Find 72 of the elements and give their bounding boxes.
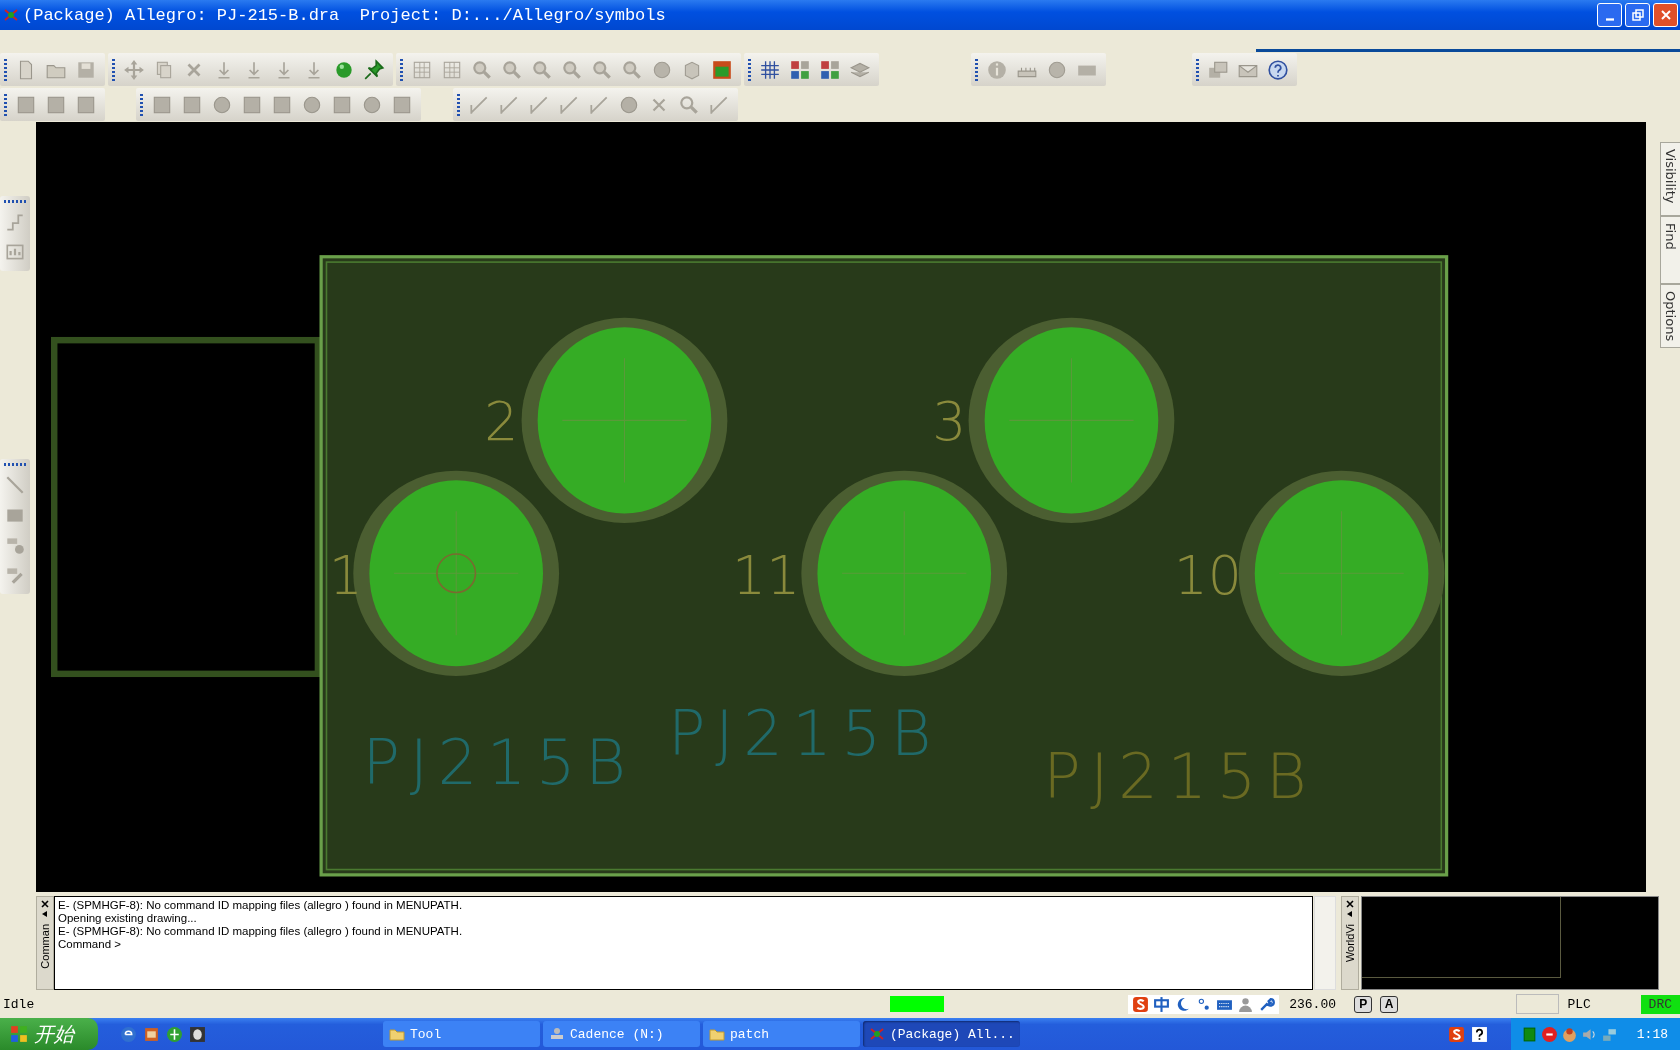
origin-marker-icon xyxy=(436,553,477,594)
close-icon[interactable] xyxy=(41,900,49,908)
taskbar-button[interactable]: Tool xyxy=(383,1021,540,1047)
coordinate-readout: 236.00 xyxy=(1289,996,1337,1012)
side-tab[interactable]: Options xyxy=(1660,284,1680,348)
drc-indicator: DRC xyxy=(1640,994,1680,1014)
console-line: E- (SPMHGF-8): No command ID mapping files (allegro ) found in MENUPATH. xyxy=(58,899,464,912)
close-button[interactable] xyxy=(1653,3,1678,27)
folder-icon xyxy=(389,1026,405,1042)
s-logo-icon[interactable] xyxy=(1448,1025,1465,1043)
taskbar-button[interactable]: Cadence (N:) xyxy=(543,1021,700,1047)
side-tab[interactable]: Find xyxy=(1660,216,1680,284)
minimize-button[interactable] xyxy=(1597,3,1622,27)
magnifier-icon[interactable] xyxy=(591,58,613,81)
minimize-icon xyxy=(1605,17,1614,21)
magnifier-icon[interactable] xyxy=(678,93,700,116)
user-icon[interactable] xyxy=(1237,995,1255,1013)
side-tab[interactable]: Visibility xyxy=(1660,142,1680,216)
pin-number: 3 xyxy=(932,390,967,453)
reference-label: PJ215B xyxy=(362,726,636,799)
taskbar-button[interactable]: patch xyxy=(703,1021,860,1047)
progress-indicator xyxy=(889,996,945,1012)
s-logo-icon[interactable] xyxy=(1132,995,1150,1013)
help-icon[interactable] xyxy=(1267,58,1289,81)
status-text: Idle xyxy=(3,996,36,1012)
app-icon xyxy=(869,1026,885,1042)
blocks-icon[interactable] xyxy=(819,58,841,81)
app-icon xyxy=(3,7,19,23)
restore-icon xyxy=(1630,8,1645,22)
four-squares-icon xyxy=(10,1025,28,1043)
pin-number: 10 xyxy=(1173,544,1242,607)
blocks-icon[interactable] xyxy=(789,58,811,81)
wrench-icon[interactable] xyxy=(1258,995,1276,1013)
reference-label: PJ215B xyxy=(1043,739,1317,813)
network-drive-icon xyxy=(549,1026,565,1042)
console-line: E- (SPMHGF-8): No command ID mapping files (allegro ) found in MENUPATH. xyxy=(58,925,464,938)
magnifier-icon[interactable] xyxy=(621,58,643,81)
panel-title: Comman xyxy=(39,924,51,969)
pin-number: 2 xyxy=(484,390,519,453)
info-icon[interactable] xyxy=(986,58,1008,81)
taskbar-button[interactable]: (Package) All... xyxy=(863,1021,1020,1047)
magnifier-icon[interactable] xyxy=(501,58,523,81)
status-toggle-button[interactable]: P xyxy=(1354,995,1373,1013)
collapse-icon[interactable] xyxy=(1347,911,1353,917)
close-icon[interactable] xyxy=(1346,900,1354,908)
mode-text: PLC xyxy=(1567,996,1592,1012)
collapse-icon[interactable] xyxy=(42,911,48,917)
status-field xyxy=(1515,994,1560,1014)
line-icon[interactable] xyxy=(4,474,26,496)
move-icon[interactable] xyxy=(123,58,145,81)
magnifier-icon[interactable] xyxy=(471,58,493,81)
pin-icon[interactable] xyxy=(363,58,385,81)
panel-title: WorldVi xyxy=(1344,924,1356,963)
clock: 1:18 xyxy=(1636,1026,1668,1042)
magnifier-icon[interactable] xyxy=(561,58,583,81)
help-icon[interactable] xyxy=(1471,1025,1488,1043)
board-icon[interactable] xyxy=(711,58,733,81)
pin-number: 1 xyxy=(328,544,363,607)
close-icon xyxy=(1658,8,1673,22)
chinese-mode-icon[interactable] xyxy=(1153,995,1171,1013)
pin-number: 11 xyxy=(732,544,801,607)
restore-button[interactable] xyxy=(1625,3,1650,27)
console-line: Command > xyxy=(58,938,122,951)
status-toggle-button[interactable]: A xyxy=(1380,995,1398,1013)
window-icon[interactable] xyxy=(143,1025,160,1043)
reference-label: PJ215B xyxy=(668,697,942,771)
hash-icon[interactable] xyxy=(759,58,781,81)
console-line: Opening existing drawing... xyxy=(58,912,198,925)
folder-icon xyxy=(709,1026,725,1042)
window-title: (Package) Allegro: PJ-215-B.dra Project: D:.../Allegro/symbols xyxy=(23,5,667,25)
magnifier-icon[interactable] xyxy=(531,58,553,81)
scrollbar[interactable] xyxy=(1314,896,1336,990)
